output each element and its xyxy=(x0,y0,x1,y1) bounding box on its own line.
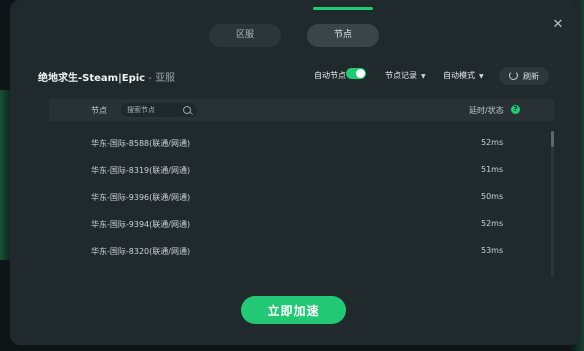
node-list-scrollbar[interactable] xyxy=(551,131,554,277)
node-name: 华东-国际-9394(联通/网通) xyxy=(91,220,191,229)
game-title: 绝地求生-Steam|Epic - 亚服 xyxy=(38,69,175,84)
auto-node-toggle[interactable] xyxy=(346,68,366,79)
node-selection-dialog: 区服 节点 ✕ 绝地求生-Steam|Epic - 亚服 自动节点 节点记录 ▼ … xyxy=(10,0,581,345)
node-row[interactable]: 华东-国际-9396(联通/网通) 50ms xyxy=(49,184,554,211)
latency-column-header: 延时/状态 xyxy=(469,106,504,115)
node-latency: 51ms xyxy=(481,165,504,174)
scrollbar-thumb[interactable] xyxy=(551,131,554,147)
help-icon[interactable]: ? xyxy=(511,105,520,114)
title-separator: - xyxy=(145,73,156,84)
node-latency: 52ms xyxy=(481,219,504,228)
node-row[interactable]: 华东-国际-8319(联通/网通) 51ms xyxy=(49,157,554,184)
node-record-label: 节点记录 xyxy=(385,71,417,80)
region-label: 亚服 xyxy=(155,73,176,84)
node-record-dropdown[interactable]: 节点记录 ▼ xyxy=(385,70,426,81)
refresh-spinner-icon xyxy=(509,71,518,80)
close-icon[interactable]: ✕ xyxy=(551,18,565,32)
caret-down-icon: ▼ xyxy=(421,73,426,80)
node-name: 华东-国际-8588(联通/网通) xyxy=(91,139,191,148)
toggle-knob xyxy=(356,69,365,78)
node-name: 华东-国际-8320(联通/网通) xyxy=(91,247,191,256)
tab-server[interactable]: 区服 xyxy=(209,24,281,47)
node-table-header: 节点 延时/状态 ? xyxy=(49,99,554,121)
caret-down-icon: ▼ xyxy=(479,73,484,80)
node-row[interactable]: 华东-国际-8588(联通/网通) 52ms xyxy=(49,130,554,157)
refresh-label: 刷新 xyxy=(523,72,539,81)
node-latency: 53ms xyxy=(481,246,504,255)
refresh-button[interactable]: 刷新 xyxy=(499,67,549,85)
node-name: 华东-国际-9396(联通/网通) xyxy=(91,193,191,202)
auto-mode-label: 自动模式 xyxy=(443,71,475,80)
node-latency: 52ms xyxy=(481,138,504,147)
node-latency: 50ms xyxy=(481,192,504,201)
node-name: 华东-国际-8319(联通/网通) xyxy=(91,166,191,175)
search-icon xyxy=(183,106,191,114)
auto-node-label: 自动节点 xyxy=(314,71,346,80)
active-tab-indicator xyxy=(313,7,373,10)
auto-mode-dropdown[interactable]: 自动模式 ▼ xyxy=(443,70,484,81)
node-row[interactable]: 华东-国际-9394(联通/网通) 52ms xyxy=(49,211,554,238)
node-row[interactable]: 华东-国际-8320(联通/网通) 53ms xyxy=(49,238,554,265)
node-list: 华东-国际-8588(联通/网通) 52ms 华东-国际-8319(联通/网通)… xyxy=(49,130,554,265)
node-column-header: 节点 xyxy=(91,106,107,115)
tab-node[interactable]: 节点 xyxy=(307,24,379,47)
accelerate-now-button[interactable]: 立即加速 xyxy=(241,296,346,324)
game-name: 绝地求生-Steam|Epic xyxy=(38,73,146,84)
